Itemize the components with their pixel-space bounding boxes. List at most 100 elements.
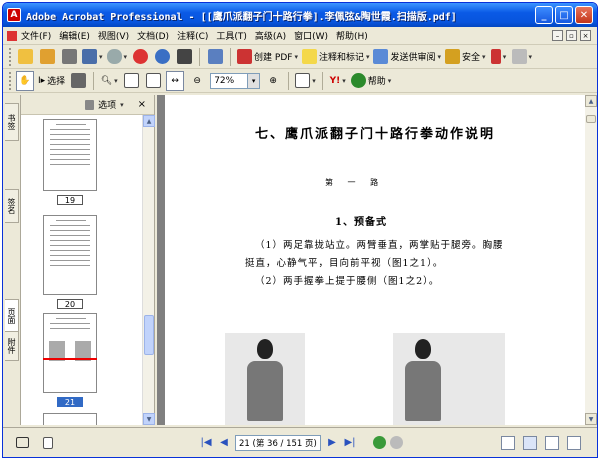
pen-icon xyxy=(490,49,501,64)
page-number-input[interactable]: 21 (第 36 / 151 页) xyxy=(235,434,321,451)
thumb-label-21[interactable]: 21 xyxy=(57,397,83,407)
zoom-select[interactable]: 72% ▾ xyxy=(210,72,261,89)
page-thumbnail-20[interactable] xyxy=(43,215,97,295)
thumb-text-line xyxy=(50,129,90,130)
doc-close-button[interactable]: × xyxy=(580,30,591,41)
go-forward-icon[interactable] xyxy=(390,436,403,449)
review-icon xyxy=(373,49,389,64)
zoom-in-button[interactable]: ⊕ xyxy=(264,71,282,91)
thumb-label-20[interactable]: 20 xyxy=(57,299,83,309)
next-page-button[interactable]: ▶ xyxy=(325,436,339,450)
ebook-button[interactable] xyxy=(131,47,149,67)
create-pdf-label: 创建 PDF xyxy=(254,53,293,63)
continuous-layout-icon[interactable] xyxy=(523,435,537,450)
open-button[interactable] xyxy=(16,47,34,67)
zoom-tool-button[interactable]: 🔍︎ ▾ xyxy=(100,71,118,91)
scroll-thumb[interactable] xyxy=(586,115,596,123)
scroll-down-button[interactable]: ▼ xyxy=(143,413,155,425)
go-back-icon[interactable] xyxy=(373,436,386,449)
menu-advanced[interactable]: 高级(A) xyxy=(251,29,290,42)
menu-edit[interactable]: 编辑(E) xyxy=(55,29,94,42)
comment-markup-label: 注释和标记 xyxy=(318,53,364,63)
menu-tools[interactable]: 工具(T) xyxy=(212,29,251,42)
help-button[interactable]: 帮助 ▾ xyxy=(350,71,391,91)
page-thumbnail-21[interactable] xyxy=(43,313,97,393)
menu-document[interactable]: 文档(D) xyxy=(133,29,173,42)
close-button[interactable]: ✕ xyxy=(575,6,593,24)
tab-pages[interactable]: 页面 xyxy=(5,299,19,333)
thumb-text-line xyxy=(50,139,90,140)
doc-restore-button[interactable]: ▫ xyxy=(566,30,577,41)
accessibility-button[interactable] xyxy=(206,47,224,67)
trash-icon[interactable] xyxy=(85,99,95,110)
sign-button[interactable]: ▾ xyxy=(490,47,508,67)
menu-file[interactable]: 文件(F) xyxy=(17,29,55,42)
menu-window[interactable]: 窗口(W) xyxy=(290,29,332,42)
page-navigation: |◀ ◀ 21 (第 36 / 151 页) ▶ ▶| xyxy=(199,434,403,451)
scroll-thumb[interactable] xyxy=(144,315,154,355)
view-toolbar: ✋ I▸ 选择 🔍︎ ▾ ↔ ⊖ 72% ▾ ⊕ ▾ Y! ▾ 帮助 ▾ xyxy=(3,69,597,93)
print-button[interactable] xyxy=(60,47,78,67)
send-review-button[interactable]: 发送供审阅 ▾ xyxy=(373,47,441,67)
thumb-text-line xyxy=(56,124,86,125)
select-tool-button[interactable]: I▸ 选择 xyxy=(38,71,65,91)
fit-page-button[interactable] xyxy=(144,71,162,91)
minimize-button[interactable]: _ xyxy=(535,6,553,24)
email-button[interactable] xyxy=(153,47,171,67)
toolbar-grip[interactable] xyxy=(9,47,12,66)
doc-minimize-button[interactable]: – xyxy=(552,30,563,41)
toolbar-grip[interactable] xyxy=(9,71,12,90)
title-bar[interactable]: A Adobe Acrobat Professional - [[鹰爪派翻子门十… xyxy=(3,3,597,27)
single-page-layout-icon[interactable] xyxy=(501,435,515,450)
save-button[interactable]: ▾ xyxy=(82,47,103,67)
thumb-text-line xyxy=(50,235,90,236)
yahoo-button[interactable]: Y! ▾ xyxy=(329,71,347,91)
panel-header: 选项 ▾ × xyxy=(21,95,154,115)
zoom-out-button[interactable]: ⊖ xyxy=(188,71,206,91)
acrobat-icon[interactable]: A xyxy=(7,8,21,22)
tab-attachments[interactable]: 附件 xyxy=(5,331,19,361)
maximize-button[interactable]: □ xyxy=(555,6,573,24)
menu-comments[interactable]: 注释(C) xyxy=(173,29,212,42)
panel-toggle-button[interactable] xyxy=(13,433,31,453)
thumb-text-line xyxy=(50,159,90,160)
chevron-down-icon[interactable]: ▾ xyxy=(248,72,261,89)
menu-view[interactable]: 视图(V) xyxy=(94,29,133,42)
thumb-label-19[interactable]: 19 xyxy=(57,195,83,205)
fit-width-button[interactable]: ↔ xyxy=(166,70,185,91)
facing-layout-icon[interactable] xyxy=(545,435,559,450)
options-button[interactable]: 选项 xyxy=(98,98,116,111)
page-size-button[interactable] xyxy=(39,433,57,453)
scroll-up-button[interactable]: ▲ xyxy=(585,95,597,107)
organizer-button[interactable] xyxy=(38,47,56,67)
tab-signatures[interactable]: 签名 xyxy=(5,189,19,223)
scroll-down-button[interactable]: ▼ xyxy=(585,413,597,425)
panel-close-button[interactable]: × xyxy=(138,99,146,110)
last-page-button[interactable]: ▶| xyxy=(343,436,357,450)
document-viewport[interactable]: 七、鹰爪派翻子门十路行拳动作说明 第 一 路 1、预备式 （1）两足靠拢站立。两… xyxy=(157,95,585,425)
page-thumbnail-19[interactable] xyxy=(43,119,97,191)
paperclip-icon xyxy=(106,49,122,64)
menu-help[interactable]: 帮助(H) xyxy=(332,29,372,42)
secure-button[interactable]: 安全 ▾ xyxy=(445,47,486,67)
rotate-button[interactable]: ▾ xyxy=(295,71,316,91)
hand-tool-button[interactable]: ✋ xyxy=(16,70,34,91)
attach-button[interactable]: ▾ xyxy=(106,47,127,67)
email-icon xyxy=(154,49,170,64)
snapshot-button[interactable] xyxy=(69,71,87,91)
create-pdf-button[interactable]: 创建 PDF ▾ xyxy=(237,47,298,67)
thumbnail-scrollbar[interactable]: ▲ ▼ xyxy=(142,115,155,425)
continuous-facing-layout-icon[interactable] xyxy=(567,435,581,450)
search-button[interactable] xyxy=(175,47,193,67)
document-scrollbar[interactable]: ▲ ▼ xyxy=(585,95,597,425)
tab-bookmarks[interactable]: 书签 xyxy=(5,103,19,141)
actual-size-button[interactable] xyxy=(122,71,140,91)
previous-page-button[interactable]: ◀ xyxy=(217,436,231,450)
forms-button[interactable]: ▾ xyxy=(511,47,532,67)
view-area-indicator[interactable] xyxy=(43,358,97,360)
comment-markup-button[interactable]: 注释和标记 ▾ xyxy=(301,47,369,67)
first-page-button[interactable]: |◀ xyxy=(199,436,213,450)
page-thumbnail-22[interactable] xyxy=(43,413,97,425)
zoom-input[interactable]: 72% xyxy=(210,72,249,89)
scroll-up-button[interactable]: ▲ xyxy=(143,115,155,127)
